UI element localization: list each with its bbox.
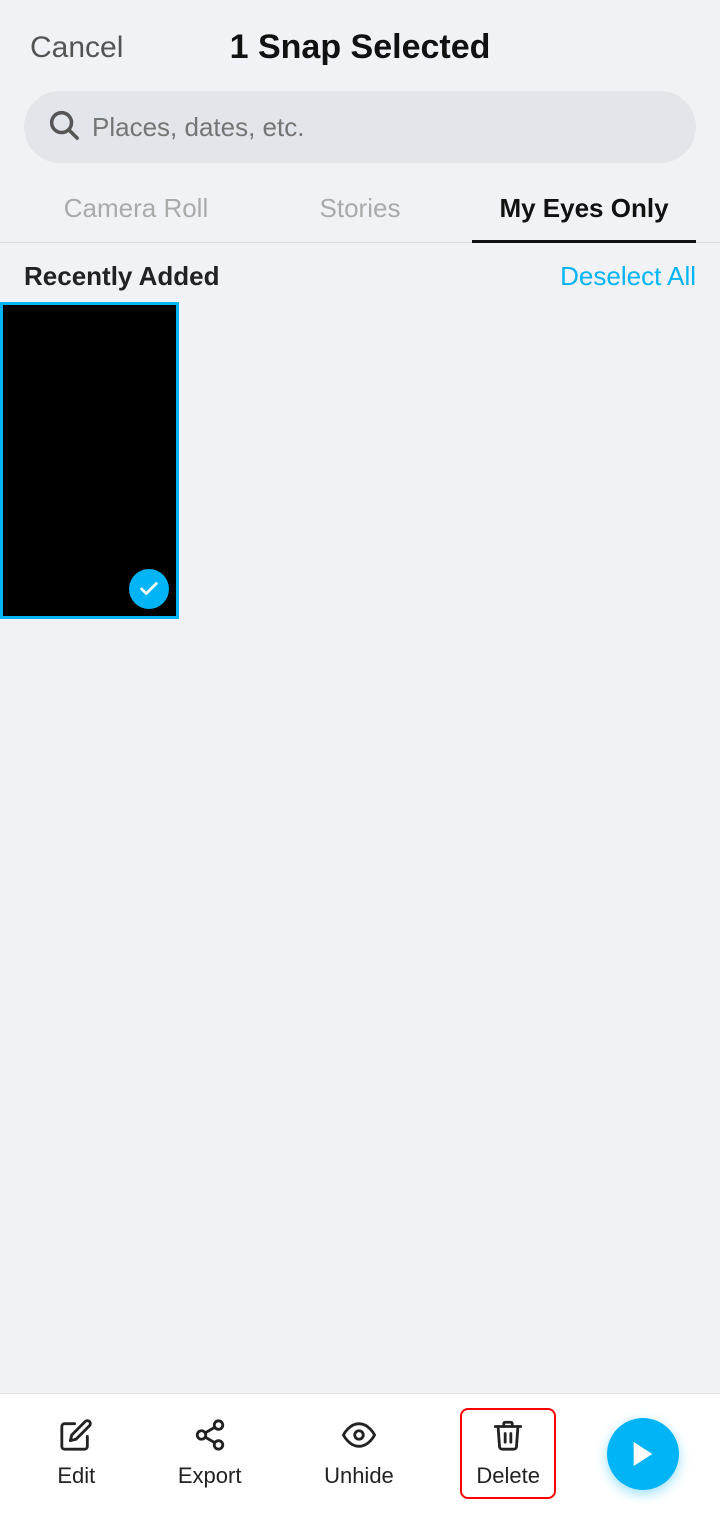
search-icon: [46, 107, 80, 147]
deselect-all-button[interactable]: Deselect All: [560, 261, 696, 292]
export-label: Export: [178, 1463, 242, 1489]
edit-button[interactable]: Edit: [41, 1408, 111, 1499]
tab-my-eyes-only[interactable]: My Eyes Only: [472, 177, 696, 243]
edit-icon: [59, 1418, 93, 1457]
edit-label: Edit: [57, 1463, 95, 1489]
unhide-button[interactable]: Unhide: [308, 1408, 410, 1499]
photo-grid: [0, 302, 720, 619]
tab-stories[interactable]: Stories: [248, 177, 472, 243]
selection-check-badge: [129, 569, 169, 609]
unhide-icon: [342, 1418, 376, 1457]
header: Cancel 1 Snap Selected: [0, 0, 720, 77]
section-title: Recently Added: [24, 261, 220, 292]
export-icon: [193, 1418, 227, 1457]
delete-label: Delete: [476, 1463, 540, 1489]
header-title: 1 Snap Selected: [230, 28, 491, 67]
cancel-button[interactable]: Cancel: [30, 31, 123, 65]
unhide-label: Unhide: [324, 1463, 394, 1489]
search-bar: [24, 91, 696, 163]
photo-thumb[interactable]: [0, 302, 179, 619]
tab-camera-roll[interactable]: Camera Roll: [24, 177, 248, 243]
send-fab-button[interactable]: [607, 1418, 679, 1490]
search-container: [0, 77, 720, 177]
section-header: Recently Added Deselect All: [0, 243, 720, 302]
delete-button[interactable]: Delete: [460, 1408, 556, 1499]
tabs: Camera Roll Stories My Eyes Only: [0, 177, 720, 243]
search-input[interactable]: [92, 112, 674, 143]
export-button[interactable]: Export: [162, 1408, 258, 1499]
bottom-toolbar: Edit Export Unhide: [0, 1393, 720, 1533]
delete-icon: [491, 1418, 525, 1457]
